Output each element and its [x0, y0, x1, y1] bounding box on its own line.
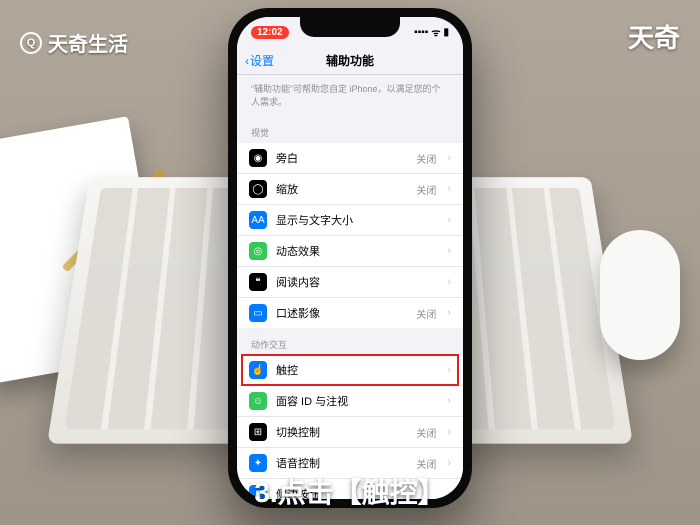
settings-cell-阅读内容[interactable]: ❝ 阅读内容 ›: [237, 267, 463, 298]
section-header-vision: 视觉: [237, 116, 463, 143]
tutorial-caption: 3.点击【触控】: [0, 471, 700, 511]
back-label: 设置: [250, 52, 274, 69]
notch: [300, 17, 400, 37]
chevron-right-icon: ›: [447, 364, 451, 376]
chevron-right-icon: ›: [447, 426, 451, 438]
cell-value: 关闭: [416, 306, 436, 321]
settings-cell-显示与文字大小[interactable]: AA 显示与文字大小 ›: [237, 205, 463, 236]
settings-cell-旁白[interactable]: ◉ 旁白关闭 ›: [237, 143, 463, 174]
page-title: 辅助功能: [326, 52, 374, 69]
cell-label: 显示与文字大小: [276, 212, 438, 228]
cell-value: 关闭: [416, 456, 436, 471]
settings-cell-触控[interactable]: ☝ 触控 ›: [237, 355, 463, 386]
phone-screen: 12:02 ▪▪▪▪ ᯤ ▮ ‹ 设置 辅助功能 “辅助功能”可帮助您自定 iP…: [237, 17, 463, 499]
cell-icon: ◎: [249, 242, 267, 260]
cell-label: 口述影像: [276, 305, 407, 321]
cell-label: 语音控制: [276, 455, 407, 471]
brand-logo-icon: Q: [20, 32, 42, 54]
cell-label: 切换控制: [276, 424, 407, 440]
back-button[interactable]: ‹ 设置: [245, 52, 274, 69]
wifi-icon: ᯤ: [431, 25, 440, 39]
cell-icon: ❝: [249, 273, 267, 291]
brand-top-right: 天奇: [628, 18, 680, 55]
cell-label: 触控: [276, 362, 438, 378]
chevron-right-icon: ›: [447, 183, 451, 195]
page-description: “辅助功能”可帮助您自定 iPhone，以满足您的个人需求。: [237, 75, 463, 116]
cell-icon: ▭: [249, 304, 267, 322]
brand-top-left: Q 天奇生活: [20, 28, 128, 57]
chevron-left-icon: ‹: [245, 54, 249, 68]
chevron-right-icon: ›: [447, 457, 451, 469]
settings-cell-动态效果[interactable]: ◎ 动态效果 ›: [237, 236, 463, 267]
scroll-content[interactable]: “辅助功能”可帮助您自定 iPhone，以满足您的个人需求。 视觉 ◉旁白关闭›…: [237, 75, 463, 499]
cell-icon: ✦: [249, 454, 267, 472]
chevron-right-icon: ›: [447, 152, 451, 164]
cell-value: 关闭: [416, 425, 436, 440]
chevron-right-icon: ›: [447, 214, 451, 226]
cell-label: 旁白: [276, 150, 407, 166]
cell-icon: ◉: [249, 149, 267, 167]
settings-cell-缩放[interactable]: ◯ 缩放关闭 ›: [237, 174, 463, 205]
mouse-prop: [600, 230, 680, 360]
vision-group: ◉旁白关闭›◯缩放关闭›AA显示与文字大小›◎动态效果›❝阅读内容›▭口述影像关…: [237, 143, 463, 328]
phone-frame: 12:02 ▪▪▪▪ ᯤ ▮ ‹ 设置 辅助功能 “辅助功能”可帮助您自定 iP…: [228, 8, 472, 508]
cell-icon: ⊞: [249, 423, 267, 441]
settings-cell-口述影像[interactable]: ▭ 口述影像关闭 ›: [237, 298, 463, 328]
signal-icon: ▪▪▪▪: [414, 27, 428, 38]
cell-label: 动态效果: [276, 243, 438, 259]
settings-cell-面容 ID 与注视[interactable]: ☺ 面容 ID 与注视 ›: [237, 386, 463, 417]
cell-value: 关闭: [416, 151, 436, 166]
cell-icon: ◯: [249, 180, 267, 198]
battery-icon: ▮: [443, 27, 449, 38]
cell-icon: ☺: [249, 392, 267, 410]
chevron-right-icon: ›: [447, 245, 451, 257]
nav-bar: ‹ 设置 辅助功能: [237, 47, 463, 75]
chevron-right-icon: ›: [447, 307, 451, 319]
cell-label: 缩放: [276, 181, 407, 197]
cell-value: 关闭: [416, 182, 436, 197]
chevron-right-icon: ›: [447, 395, 451, 407]
settings-cell-切换控制[interactable]: ⊞ 切换控制关闭 ›: [237, 417, 463, 448]
brand-tl-text: 天奇生活: [48, 28, 128, 57]
cell-label: 阅读内容: [276, 274, 438, 290]
status-time: 12:02: [251, 26, 289, 39]
cell-icon: AA: [249, 211, 267, 229]
cell-label: 面容 ID 与注视: [276, 393, 438, 409]
section-header-motor: 动作交互: [237, 328, 463, 355]
chevron-right-icon: ›: [447, 276, 451, 288]
cell-icon: ☝: [249, 361, 267, 379]
